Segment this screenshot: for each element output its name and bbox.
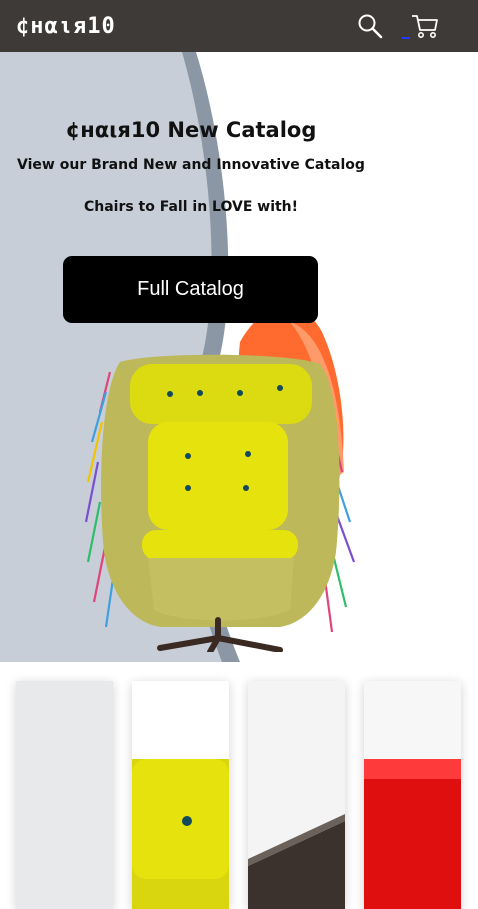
hero-title: ¢нαιя10 New Catalog — [65, 118, 317, 142]
product-thumbnail-4[interactable] — [364, 681, 461, 909]
product-thumbnail-2[interactable] — [132, 681, 229, 909]
featured-chair-image — [84, 354, 356, 652]
hero-tagline: Chairs to Fall in LOVE with! — [83, 199, 299, 215]
full-catalog-button[interactable]: Full Catalog — [63, 256, 318, 323]
thumbnail-4-image — [364, 759, 461, 909]
thumbnail-3-image — [248, 814, 345, 909]
cart-icon[interactable] — [410, 12, 440, 40]
product-thumbnail-3[interactable] — [248, 681, 345, 909]
thumbnail-2-image — [132, 759, 229, 909]
cart-link-underline — [402, 37, 410, 39]
search-icon[interactable] — [355, 12, 385, 40]
hero-subtitle: View our Brand New and Innovative Catalo… — [17, 157, 365, 173]
top-nav-bar: ¢нαιя10 — [0, 0, 478, 52]
product-thumbnail-row — [0, 662, 478, 909]
site-logo[interactable]: ¢нαιя10 — [16, 14, 116, 39]
product-thumbnail-1[interactable] — [16, 681, 113, 909]
hero-banner: ¢нαιя10 New Catalog View our Brand New a… — [0, 52, 478, 662]
